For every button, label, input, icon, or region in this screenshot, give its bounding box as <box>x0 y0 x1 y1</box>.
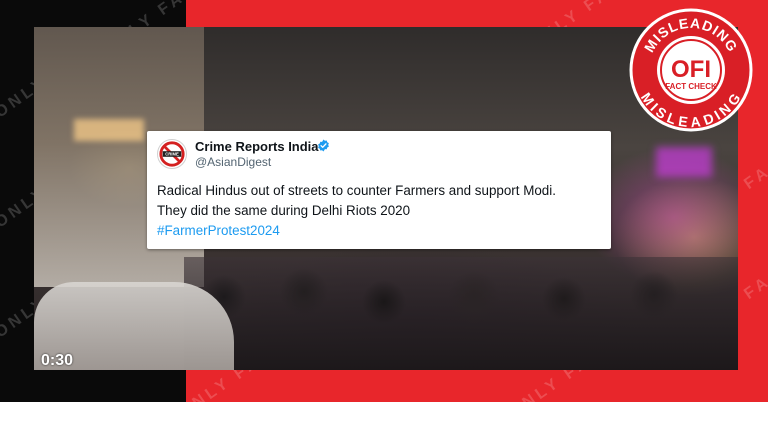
tweet-card[interactable]: CRIME Crime Reports India @AsianDigest R… <box>147 131 611 249</box>
stamp-sub-text: FACT CHECK <box>665 82 717 91</box>
avatar-text: CRIME <box>165 151 179 156</box>
video-scene-neon <box>656 147 712 177</box>
tweet-text-line-2: They did the same during Delhi Riots 202… <box>157 203 411 218</box>
video-duration: 0:30 <box>41 352 74 369</box>
no-crime-sign-icon: CRIME <box>159 141 185 167</box>
tweet-handle[interactable]: @AsianDigest <box>195 155 271 169</box>
tweet-display-name[interactable]: Crime Reports India <box>195 139 319 154</box>
video-scene-crowd <box>184 257 738 370</box>
tweet-text-line-1: Radical Hindus out of streets to counter… <box>157 183 556 198</box>
avatar[interactable]: CRIME <box>157 139 187 169</box>
verified-badge-icon <box>318 139 329 152</box>
stamp-center-text: OFI <box>671 56 711 83</box>
tweet-hashtag-link[interactable]: #FarmerProtest2024 <box>157 223 280 238</box>
misleading-stamp: MISLEADING MISLEADING OFI FACT CHECK <box>629 8 753 132</box>
video-scene-sign <box>74 119 144 141</box>
